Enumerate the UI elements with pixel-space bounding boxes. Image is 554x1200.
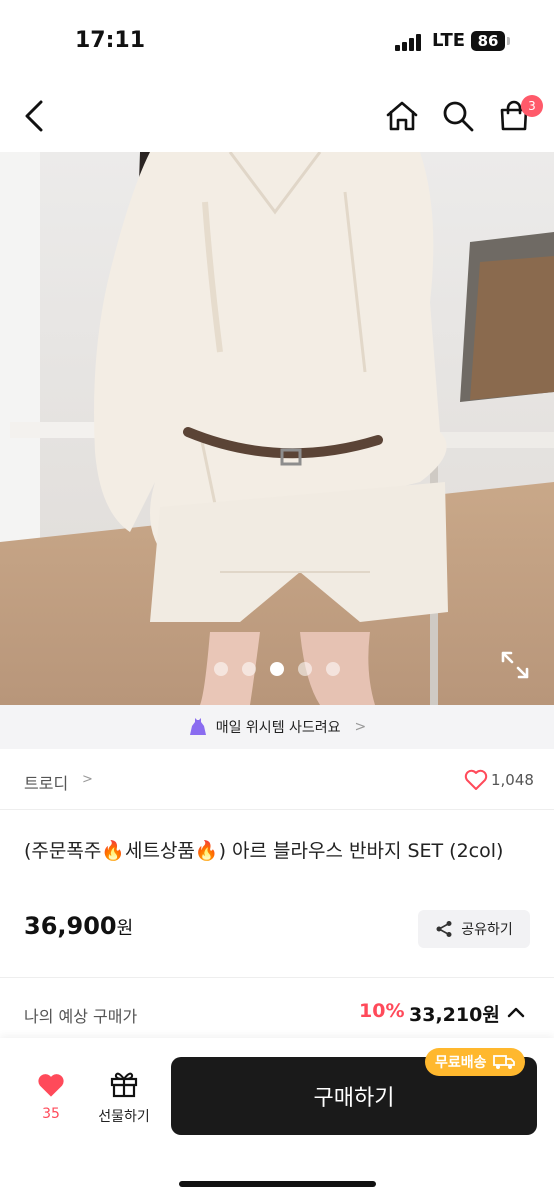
gallery-dot[interactable] [242,662,256,676]
like-count: 1,048 [491,771,534,789]
wish-count: 35 [42,1106,60,1122]
cart-count-badge: 3 [521,95,543,117]
top-nav [0,80,554,152]
share-label: 공유하기 [461,922,513,938]
home-icon [386,101,418,131]
expand-icon[interactable] [500,650,530,680]
brand-name[interactable]: 트로디 [24,770,68,794]
gallery-dot[interactable] [214,662,228,676]
chevron-right-icon: > [82,772,93,787]
divider [0,977,554,978]
chevron-up-icon[interactable] [506,1004,526,1020]
search-icon [443,101,474,132]
gift-label: 선물하기 [98,1109,150,1125]
expected-price: 33,210원 [409,1004,500,1026]
expected-price-label: 나의 예상 구매가 [24,1007,138,1026]
gallery-pagination [0,662,554,676]
share-icon [436,921,452,937]
gift-button[interactable]: 선물하기 [88,1070,160,1126]
bottom-action-bar: 35 선물하기 구매하기 무료배송 [0,1038,554,1200]
promo-banner[interactable]: 매일 위시템 사드려요 > [0,705,554,749]
heart-filled-icon [38,1074,64,1097]
gallery-dot-active[interactable] [270,662,284,676]
free-shipping-label: 무료배송 [435,1055,487,1071]
signal-icon [395,33,425,51]
truck-icon [492,1055,515,1069]
status-time: 17:11 [75,28,146,53]
gift-icon [110,1072,138,1098]
brand-row: 트로디 > 1,048 [0,750,554,810]
chevron-right-icon: > [354,719,367,735]
gallery-dot[interactable] [326,662,340,676]
share-button[interactable]: 공유하기 [418,910,530,948]
battery-tip [507,37,510,45]
battery-icon: 86 [471,31,505,51]
search-button[interactable] [436,94,480,138]
price-value: 36,900 [24,912,117,940]
home-button[interactable] [380,94,424,138]
network-label: LTE [432,30,466,51]
expected-discount: 10% [359,1000,405,1022]
dress-icon [189,718,206,735]
status-bar: 17:11 LTE 86 [0,0,554,80]
product-image[interactable] [0,152,554,705]
promo-banner-text: 매일 위시템 사드려요 [215,720,341,736]
product-price: 36,900원 [24,912,133,940]
product-title: (주문폭주🔥세트상품🔥) 아르 블라우스 반바지 SET (2col) [24,840,504,862]
free-shipping-badge: 무료배송 [425,1048,525,1076]
gallery-dot[interactable] [298,662,312,676]
product-photo [0,152,554,705]
wish-button[interactable]: 35 [26,1072,76,1122]
back-arrow-icon [25,100,43,132]
heart-outline-icon[interactable] [464,769,488,791]
back-button[interactable] [12,94,56,138]
home-indicator [179,1181,376,1187]
price-unit: 원 [116,918,134,939]
